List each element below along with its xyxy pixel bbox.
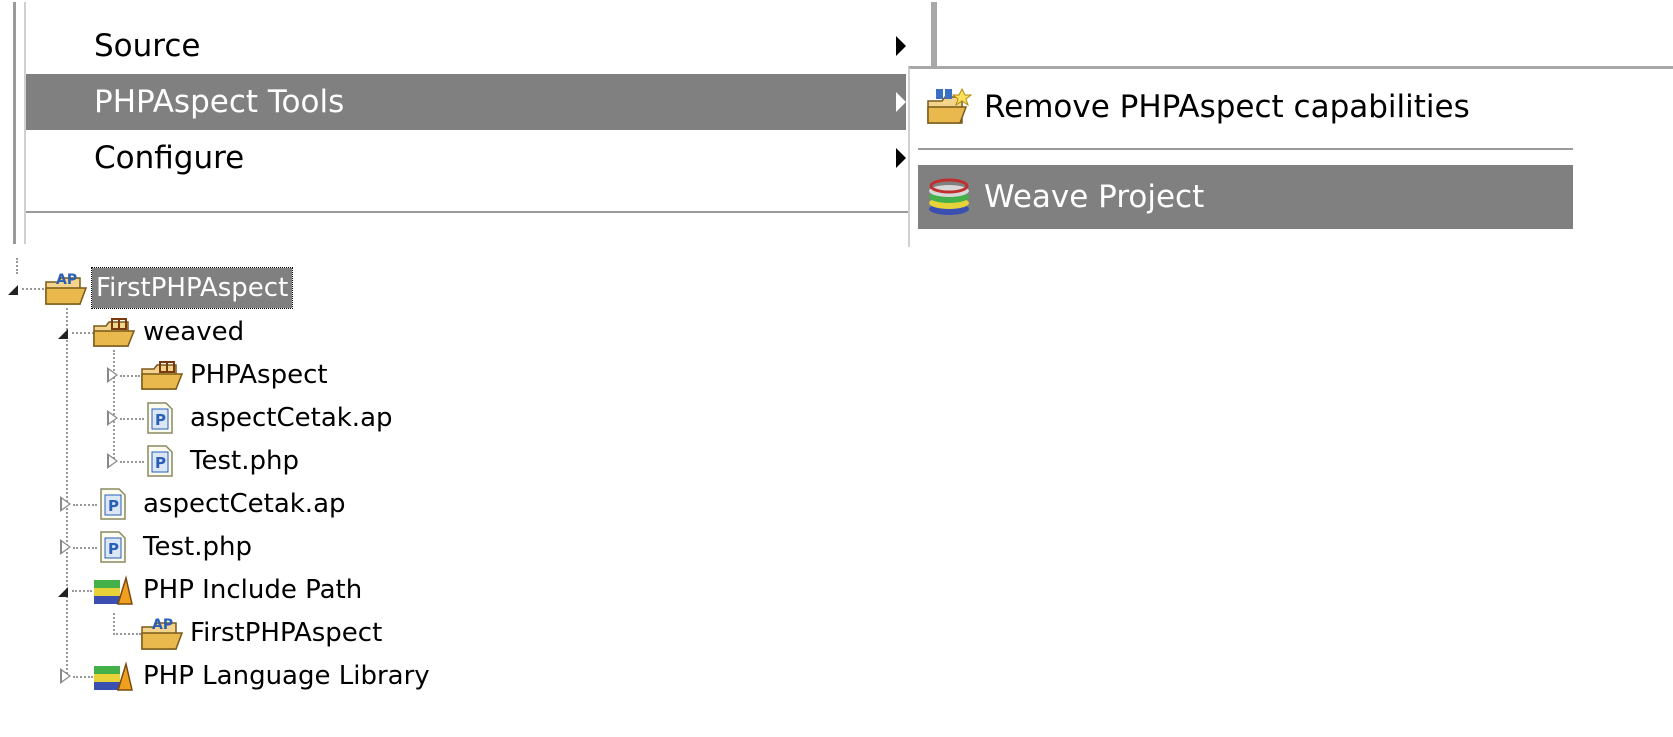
menu-item-label: Source [94, 28, 201, 64]
menu-item-label: PHPAspect Tools [94, 84, 345, 120]
submenu-arrow-icon [896, 36, 906, 56]
tree-connector [113, 633, 141, 635]
menu-item-phpaspect-tools[interactable]: PHPAspect Tools [26, 74, 906, 130]
project-explorer-tree: AP FirstPHPAspect weaved PHPAspect P asp… [0, 250, 600, 737]
tree-node-label: Test.php [143, 532, 252, 562]
submenu-item-label: Weave Project [984, 179, 1205, 215]
expanded-arrow-icon[interactable] [58, 329, 68, 339]
tree-node-label: PHPAspect [190, 360, 328, 390]
menu-separator-highlight [26, 213, 920, 215]
php-file-icon: P [100, 488, 126, 520]
submenu-item-remove-capabilities[interactable]: Remove PHPAspect capabilities [918, 75, 1573, 139]
tree-node-aspectcetak[interactable]: P aspectCetak.ap [0, 484, 360, 524]
svg-text:AP: AP [152, 617, 173, 633]
phpaspect-tools-submenu: Remove PHPAspect capabilities Weave Proj… [908, 66, 1673, 247]
tree-node-label: PHP Include Path [143, 575, 363, 605]
menu-item-source[interactable]: Source [26, 18, 906, 74]
tree-node-label: Test.php [190, 446, 299, 476]
aspect-project-icon: AP [45, 272, 88, 305]
collapsed-arrow-icon[interactable] [60, 668, 71, 684]
submenu-arrow-icon [896, 92, 906, 112]
tree-connector [73, 504, 97, 506]
svg-text:P: P [108, 497, 119, 515]
menu-item-label: Configure [94, 140, 245, 176]
php-file-icon: P [147, 445, 173, 477]
tree-connector [72, 590, 92, 592]
tree-connector [72, 332, 94, 334]
tree-node-aspectcetak-nested[interactable]: P aspectCetak.ap [0, 398, 400, 438]
php-file-icon: P [147, 402, 173, 434]
svg-text:AP: AP [56, 272, 77, 288]
expanded-arrow-icon[interactable] [8, 285, 18, 295]
tree-node-test-php[interactable]: P Test.php [0, 527, 320, 567]
tree-connector [120, 461, 144, 463]
expanded-arrow-icon[interactable] [58, 587, 68, 597]
aspect-project-icon: AP [141, 617, 184, 650]
tree-node-php-include-path[interactable]: PHP Include Path [0, 570, 380, 610]
svg-text:P: P [155, 411, 166, 429]
tree-node-label: aspectCetak.ap [143, 489, 346, 519]
tree-node-include-firstphpaspect[interactable]: AP FirstPHPAspect [0, 613, 400, 653]
collapsed-arrow-icon[interactable] [107, 453, 118, 469]
tree-node-root[interactable]: AP FirstPHPAspect [0, 267, 320, 309]
tree-node-phpaspect[interactable]: PHPAspect [0, 355, 360, 395]
tree-node-label: FirstPHPAspect [90, 267, 294, 309]
php-file-icon: P [100, 531, 126, 563]
submenu-item-weave-project[interactable]: Weave Project [918, 165, 1573, 229]
tree-connector [120, 418, 144, 420]
package-folder-icon [93, 318, 136, 347]
collapsed-arrow-icon[interactable] [107, 410, 118, 426]
tree-node-weaved[interactable]: weaved [0, 312, 300, 352]
menu-item-configure[interactable]: Configure [26, 130, 906, 186]
tree-node-label: PHP Language Library [143, 661, 430, 691]
tree-connector [22, 288, 44, 290]
tree-node-label: aspectCetak.ap [190, 403, 393, 433]
context-menu: Source PHPAspect Tools Configure [13, 2, 937, 244]
tree-node-label: weaved [143, 317, 245, 347]
tree-node-label: FirstPHPAspect [190, 618, 383, 648]
submenu-item-label: Remove PHPAspect capabilities [984, 89, 1470, 125]
tree-node-php-language-library[interactable]: PHP Language Library [0, 656, 430, 696]
svg-text:P: P [155, 454, 166, 472]
tree-node-test-php-nested[interactable]: P Test.php [0, 441, 360, 481]
tree-connector [120, 375, 140, 377]
tree-connector [113, 613, 115, 635]
library-icon [94, 575, 133, 605]
library-icon [94, 661, 133, 691]
collapsed-arrow-icon[interactable] [60, 539, 71, 555]
tree-connector [73, 547, 97, 549]
weave-project-icon [929, 178, 969, 215]
collapsed-arrow-icon[interactable] [107, 367, 118, 383]
submenu-separator [918, 148, 1573, 150]
tree-connector [73, 676, 93, 678]
submenu-arrow-icon [896, 148, 906, 168]
collapsed-arrow-icon[interactable] [60, 496, 71, 512]
package-folder-icon [141, 361, 184, 390]
svg-text:P: P [108, 540, 119, 558]
remove-capabilities-icon [927, 87, 972, 124]
